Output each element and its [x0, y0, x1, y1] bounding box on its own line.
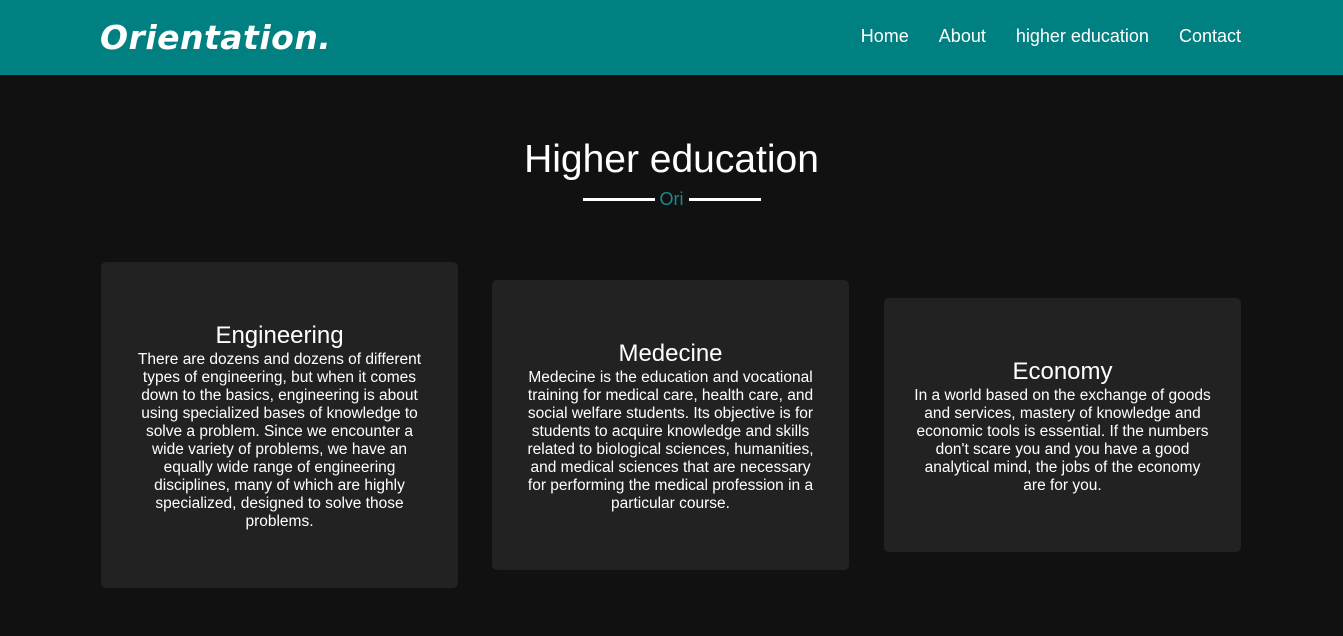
card-text: In a world based on the exchange of good… [914, 387, 1211, 494]
card-text: There are dozens and dozens of different… [137, 351, 422, 530]
card-engineering: Engineering There are dozens and dozens … [101, 262, 458, 588]
title-divider: Ori [0, 188, 1343, 210]
section-title: Higher education [524, 138, 819, 181]
divider-line-right [688, 197, 761, 201]
nav-menu: Home About higher education Contact [861, 24, 1241, 48]
card-text: Medecine is the education and vocational… [527, 369, 814, 512]
divider-line-left [582, 197, 655, 201]
nav-link-contact[interactable]: Contact [1179, 24, 1241, 48]
card-title: Economy [1012, 358, 1113, 385]
divider-subtitle: Ori [659, 189, 684, 209]
site-logo[interactable]: Orientation. [100, 16, 331, 60]
nav-link-home[interactable]: Home [861, 24, 909, 48]
card-economy: Economy In a world based on the exchange… [884, 298, 1241, 552]
navbar: Orientation. Home About higher education… [0, 0, 1343, 75]
nav-link-higher-education[interactable]: higher education [1016, 24, 1149, 48]
card-medecine: Medecine Medecine is the education and v… [492, 280, 849, 570]
nav-link-about[interactable]: About [939, 24, 986, 48]
card-title: Engineering [215, 322, 344, 349]
card-title: Medecine [618, 340, 723, 367]
